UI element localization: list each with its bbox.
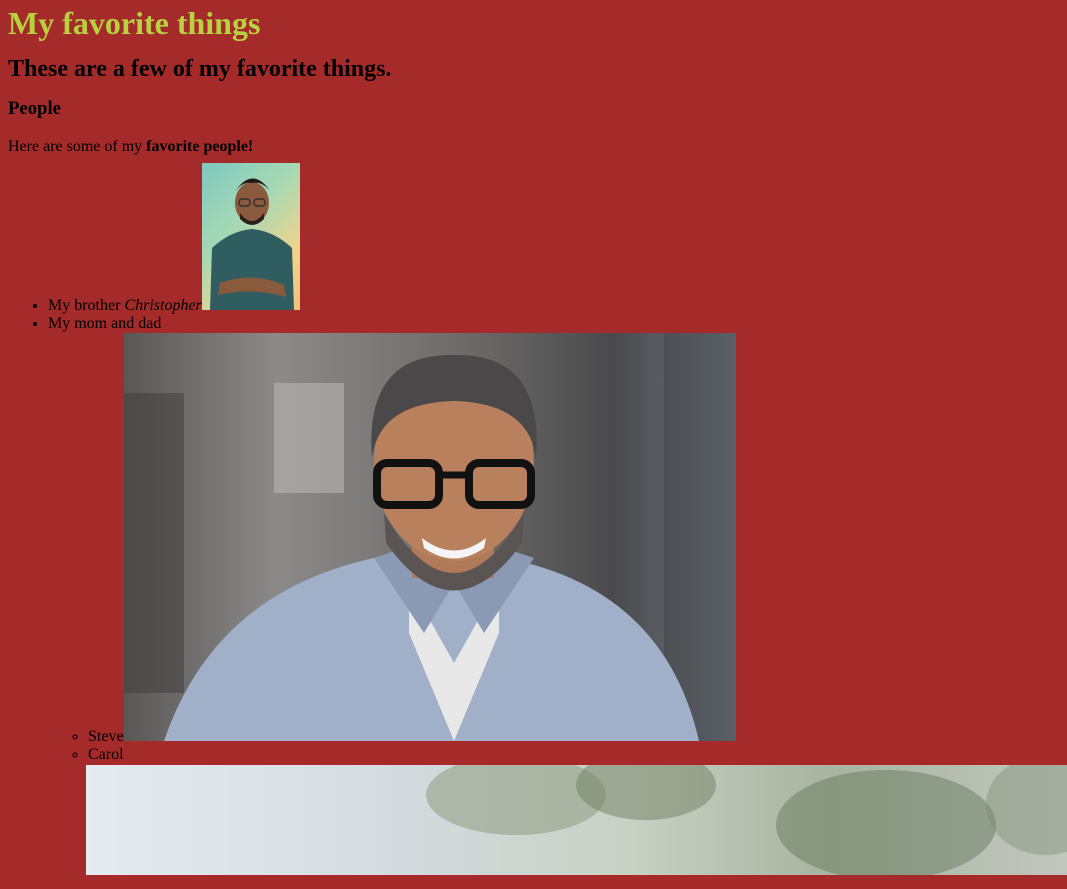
page-title: My favorite things (8, 5, 261, 41)
steve-label: Steve (88, 728, 124, 745)
list-item-brother: My brother Christopher (48, 163, 1059, 315)
carol-photo-image (86, 765, 1067, 875)
brother-photo-image (201, 163, 300, 310)
brother-prefix: My brother (48, 297, 125, 314)
brother-name: Christopher (124, 297, 202, 314)
intro-paragraph: Here are some of my favorite people! (8, 138, 1059, 156)
section-title-people: People (8, 98, 61, 119)
carol-photo-wrapper (86, 765, 1067, 880)
page-subtitle: These are a few of my favorite things. (8, 56, 392, 82)
steve-photo-image (123, 333, 736, 741)
carol-label: Carol (88, 746, 124, 763)
parents-label: My mom and dad (48, 315, 162, 332)
page: My favorite things These are a few of my… (0, 0, 1067, 880)
intro-bold-text: favorite people! (146, 138, 254, 155)
list-item-steve: Steve (88, 333, 1059, 746)
list-item-carol: Carol (86, 746, 1067, 880)
parents-sublist: Steve (48, 333, 1067, 880)
intro-text: Here are some of my (8, 138, 147, 155)
list-item-parents: My mom and dad Steve (48, 315, 1067, 880)
people-list: My brother Christopher My mom and dad St… (8, 163, 1067, 880)
